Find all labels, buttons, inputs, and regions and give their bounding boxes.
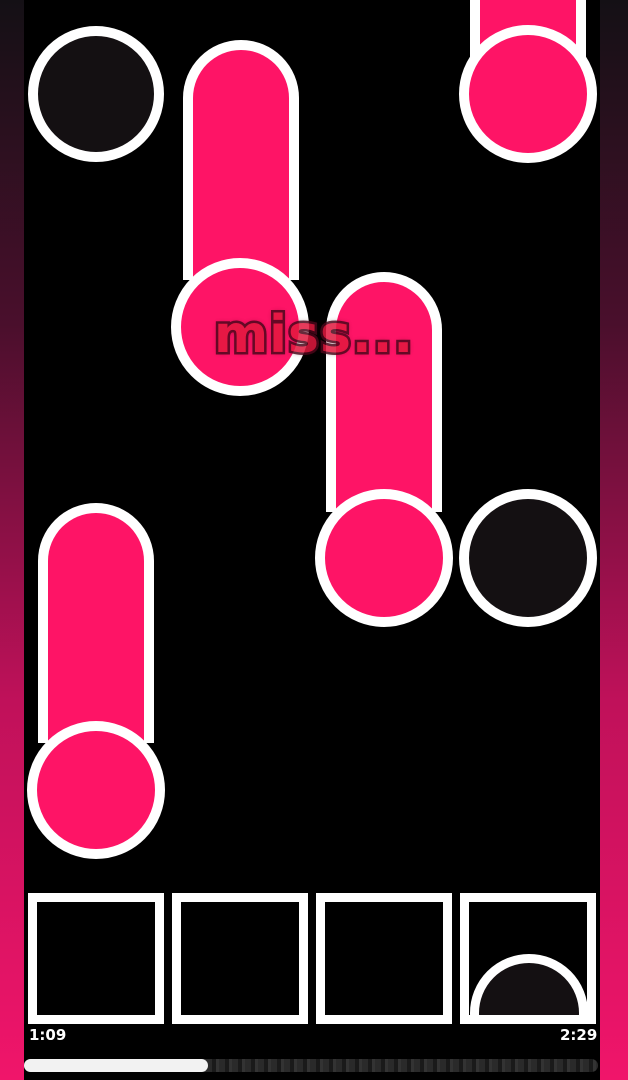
hold-note-head xyxy=(315,489,453,627)
lane-button-4[interactable] xyxy=(460,893,596,1024)
press-indicator xyxy=(470,954,587,1015)
left-side-gradient xyxy=(0,0,24,1080)
right-side-gradient xyxy=(600,0,628,1080)
lane-button-1[interactable] xyxy=(28,893,164,1024)
hold-note-head xyxy=(459,25,597,163)
tap-note-empty xyxy=(459,489,597,627)
tap-note-empty xyxy=(28,26,164,162)
song-progress-bar xyxy=(24,1059,598,1072)
hold-note-head xyxy=(27,721,165,859)
time-elapsed: 1:09 xyxy=(29,1026,67,1044)
hold-note-body xyxy=(38,503,154,743)
time-total: 2:29 xyxy=(560,1026,598,1044)
lane-button-3[interactable] xyxy=(316,893,452,1024)
judgement-text: miss... xyxy=(211,303,415,368)
hold-note-body xyxy=(183,40,299,280)
song-progress-fill xyxy=(24,1059,208,1072)
lane-button-2[interactable] xyxy=(172,893,308,1024)
